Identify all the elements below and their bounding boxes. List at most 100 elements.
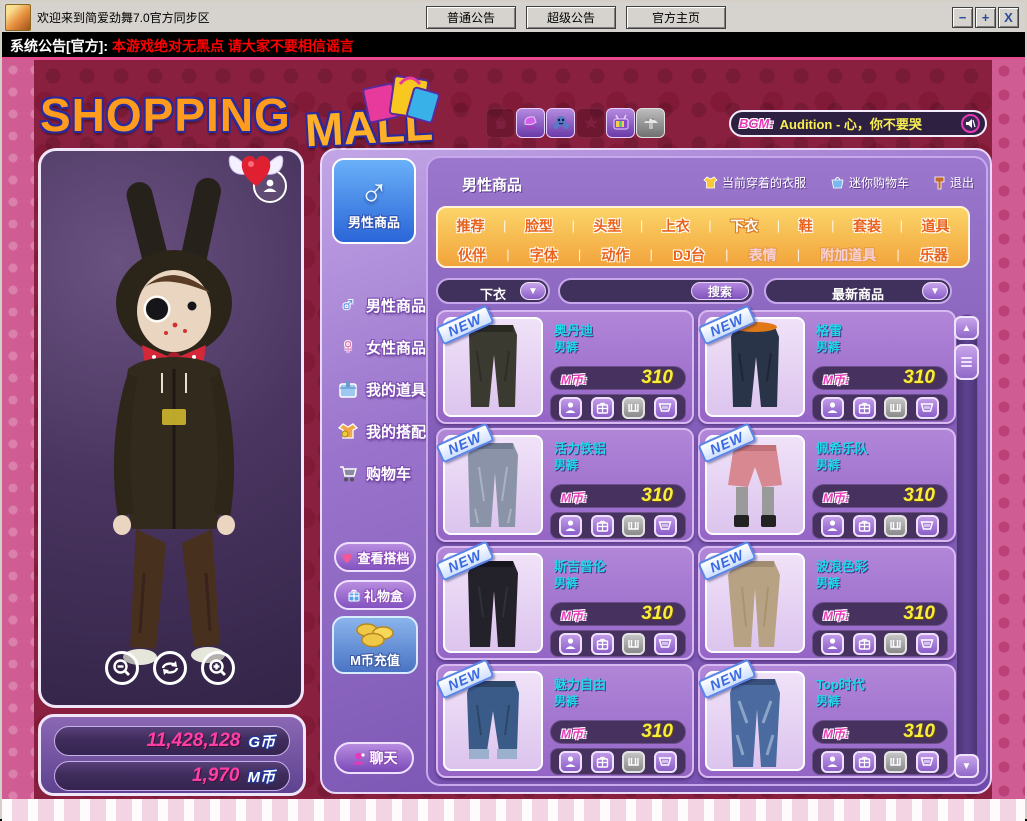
- price-bar: M币: 310: [550, 602, 686, 626]
- cart-icon[interactable]: [916, 751, 939, 773]
- sidebar-item-my-items[interactable]: 我的道具: [336, 368, 428, 410]
- gift-icon[interactable]: [853, 397, 876, 419]
- cart-icon[interactable]: [916, 515, 939, 537]
- cart-icon[interactable]: [654, 633, 677, 655]
- product-image[interactable]: NEW: [443, 435, 543, 535]
- gift-icon[interactable]: [591, 751, 614, 773]
- title-bar: 欢迎来到简爱劲舞7.0官方同步区 普通公告 超级公告 官方主页 − + X: [2, 2, 1025, 33]
- sort-dropdown[interactable]: 最新商品 ▼: [764, 278, 952, 304]
- tab-dj[interactable]: DJ台: [673, 245, 705, 265]
- category-dropdown[interactable]: 下衣 ▼: [436, 278, 550, 304]
- tab-shoes[interactable]: 鞋: [799, 216, 813, 236]
- super-announcement-button[interactable]: 超级公告: [526, 6, 616, 29]
- try-on-icon[interactable]: [559, 633, 582, 655]
- maximize-button[interactable]: +: [975, 7, 996, 28]
- mini-cart-link[interactable]: 迷你购物车: [830, 174, 909, 191]
- creature-icon[interactable]: [546, 108, 575, 138]
- tab-motion[interactable]: 动作: [601, 245, 629, 265]
- star-icon[interactable]: [576, 108, 605, 138]
- tab-bottoms[interactable]: 下衣: [730, 216, 758, 236]
- view-partner-button[interactable]: 查看搭档: [334, 542, 416, 572]
- sidebar-item-female-goods[interactable]: ♀ 女性商品: [336, 326, 428, 368]
- scrollbar-thumb[interactable]: [954, 344, 979, 380]
- tab-partner[interactable]: 伙伴: [458, 245, 486, 265]
- scrollbar-track[interactable]: [956, 314, 978, 778]
- chat-button[interactable]: 聊天: [334, 742, 414, 774]
- zoom-in-icon[interactable]: [201, 651, 235, 685]
- gift-icon[interactable]: [853, 751, 876, 773]
- tab-hair[interactable]: 头型: [593, 216, 621, 236]
- sidebar-item-cart[interactable]: 购物车: [336, 452, 428, 494]
- try-on-icon[interactable]: [821, 751, 844, 773]
- wardrobe-icon-disabled: [884, 751, 907, 773]
- gift-icon[interactable]: [853, 515, 876, 537]
- bag-icon[interactable]: [486, 108, 515, 138]
- gift-box-button[interactable]: 礼物盒: [334, 580, 416, 610]
- product-image[interactable]: NEW: [705, 317, 805, 417]
- avatar-character[interactable]: [69, 173, 279, 673]
- sidebar-item-male-goods[interactable]: ♂ 男性商品: [336, 284, 428, 326]
- cart-icon[interactable]: [916, 633, 939, 655]
- tab-sets[interactable]: 套装: [853, 216, 881, 236]
- close-button[interactable]: X: [998, 7, 1019, 28]
- scroll-down-button[interactable]: ▼: [954, 754, 979, 778]
- product-image[interactable]: NEW: [705, 435, 805, 535]
- tab-extra-props[interactable]: 附加道具: [820, 245, 876, 265]
- product-image[interactable]: NEW: [443, 553, 543, 653]
- product-card: NEW 斯吉普伦 男裤 M币: 310: [436, 546, 694, 660]
- try-on-icon[interactable]: [559, 751, 582, 773]
- chevron-down-icon[interactable]: ▼: [922, 282, 948, 300]
- tab-instrument[interactable]: 乐器: [920, 245, 948, 265]
- gramophone-icon[interactable]: [516, 108, 545, 138]
- chevron-down-icon[interactable]: ▼: [520, 282, 546, 300]
- m-coin-recharge-button[interactable]: M币充值: [332, 616, 418, 674]
- price-label: M币:: [561, 725, 587, 742]
- price-value: 310: [903, 721, 935, 743]
- gift-icon[interactable]: [591, 633, 614, 655]
- product-image[interactable]: NEW: [443, 317, 543, 417]
- product-subtitle: 男裤: [816, 692, 840, 709]
- product-image[interactable]: NEW: [705, 553, 805, 653]
- shop-title: 男性商品: [462, 174, 522, 195]
- try-on-icon[interactable]: [821, 633, 844, 655]
- cart-icon[interactable]: [654, 515, 677, 537]
- cart-icon[interactable]: [916, 397, 939, 419]
- try-on-icon[interactable]: [559, 515, 582, 537]
- speaker-icon[interactable]: [961, 114, 980, 133]
- search-input[interactable]: [568, 283, 692, 301]
- cart-icon[interactable]: [654, 397, 677, 419]
- category-tabs: 推荐| 脸型| 头型| 上衣| 下衣| 鞋| 套装| 道具 伙伴| 字体| 动作…: [436, 206, 970, 268]
- gift-icon[interactable]: [853, 633, 876, 655]
- product-name: 波浪色彩: [816, 556, 868, 575]
- search-button[interactable]: 搜索: [691, 282, 749, 300]
- sidebar-item-my-outfits[interactable]: 我的搭配: [336, 410, 428, 452]
- try-on-icon[interactable]: [559, 397, 582, 419]
- product-image[interactable]: NEW: [443, 671, 543, 771]
- tab-props[interactable]: 道具: [921, 216, 949, 236]
- product-image[interactable]: NEW: [705, 671, 805, 771]
- gift-icon[interactable]: [591, 397, 614, 419]
- mushroom-icon[interactable]: [636, 108, 665, 138]
- cart-icon[interactable]: [654, 751, 677, 773]
- tab-font[interactable]: 字体: [530, 245, 558, 265]
- minimize-button[interactable]: −: [952, 7, 973, 28]
- tab-top[interactable]: 上衣: [662, 216, 690, 236]
- exit-link[interactable]: 退出: [933, 174, 974, 191]
- try-on-icon[interactable]: [821, 397, 844, 419]
- wardrobe-icon-disabled: [884, 633, 907, 655]
- official-homepage-button[interactable]: 官方主页: [626, 6, 726, 29]
- scroll-up-button[interactable]: ▲: [954, 316, 979, 340]
- window-title: 欢迎来到简爱劲舞7.0官方同步区: [37, 9, 210, 26]
- rotate-icon[interactable]: [153, 651, 187, 685]
- tab-face[interactable]: 脸型: [525, 216, 553, 236]
- current-clothes-link[interactable]: 当前穿着的衣服: [703, 174, 806, 191]
- zoom-out-icon[interactable]: [105, 651, 139, 685]
- tab-emote[interactable]: 表情: [749, 245, 777, 265]
- try-on-icon[interactable]: [821, 515, 844, 537]
- product-card: NEW 魅力自由 男裤 M币: 310: [436, 664, 694, 778]
- gift-icon[interactable]: [591, 515, 614, 537]
- male-category-button[interactable]: ♂ 男性商品: [332, 158, 416, 244]
- tv-icon[interactable]: [606, 108, 635, 138]
- tab-recommend[interactable]: 推荐: [457, 216, 485, 236]
- normal-announcement-button[interactable]: 普通公告: [426, 6, 516, 29]
